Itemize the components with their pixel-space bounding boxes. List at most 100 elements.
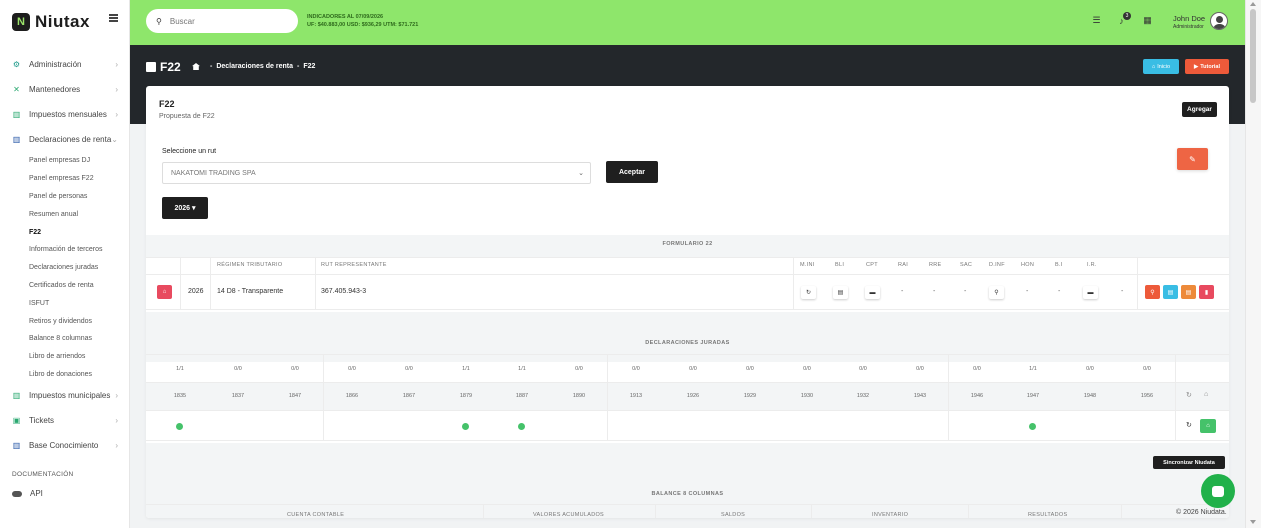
scrollbar-thumb[interactable] xyxy=(1250,9,1256,103)
sidebar-subitem[interactable]: Libro de donaciones xyxy=(0,366,130,384)
dj-code[interactable]: 1956 xyxy=(1127,393,1167,399)
dj-code[interactable]: 1890 xyxy=(559,393,599,399)
divider xyxy=(811,505,812,518)
sidebar-subitem[interactable]: Balance 8 columnas xyxy=(0,330,130,348)
dj-code[interactable]: 1946 xyxy=(957,393,997,399)
sidebar-subitem[interactable]: Información de terceros xyxy=(0,241,130,259)
sidebar-item-impuestos-municipales[interactable]: ▥ Impuestos municipales › xyxy=(0,383,130,408)
dj-ratio: 1/1 xyxy=(1029,366,1037,372)
sidebar-item-impuestos-mensuales[interactable]: ▥ Impuestos mensuales › xyxy=(0,102,130,127)
tutorial-button[interactable]: ▶ Tutorial xyxy=(1185,59,1229,74)
institution-icon: ▥ xyxy=(12,135,21,144)
bi-button[interactable]: ▬ xyxy=(1083,286,1098,299)
sidebar-subitem[interactable]: Declaraciones juradas xyxy=(0,259,130,277)
sidebar-item-declaraciones-renta[interactable]: ▥ Declaraciones de renta ⌄ xyxy=(0,127,130,152)
sidebar-subitem[interactable]: Libro de arriendos xyxy=(0,348,130,366)
search-input[interactable] xyxy=(169,16,280,26)
sidebar-item-api[interactable]: API xyxy=(12,489,43,498)
dj-code[interactable]: 1879 xyxy=(446,393,486,399)
file-row-button[interactable]: ▤ xyxy=(1163,285,1178,299)
chat-fab[interactable] xyxy=(1201,474,1235,508)
year-dropdown[interactable]: 2026 ▾ xyxy=(162,197,208,219)
dj-code[interactable]: 1867 xyxy=(389,393,429,399)
sidebar-subitem[interactable]: Panel empresas DJ xyxy=(0,152,130,170)
dj-ratio: 0/0 xyxy=(916,366,924,372)
institution-icon: ▥ xyxy=(12,441,21,451)
dj-code[interactable]: 1929 xyxy=(730,393,770,399)
list-icon[interactable]: ☰ xyxy=(1092,15,1101,25)
sidebar-subitem[interactable]: Resumen anual xyxy=(0,205,130,223)
sidebar-nav: ⚙ Administración › ✕ Mantenedores › ▥ Im… xyxy=(0,52,130,458)
scrollbar[interactable] xyxy=(1245,0,1261,528)
grid-icon[interactable]: ▦ xyxy=(1143,15,1152,25)
cpt-button[interactable]: ▬ xyxy=(865,286,880,299)
sidebar-item-label: Declaraciones de renta xyxy=(29,135,112,144)
user-info[interactable]: John Doe Administrador xyxy=(1173,14,1205,30)
main-card: F22 Propuesta de F22 Agregar Seleccione … xyxy=(146,86,1229,518)
home-row-button[interactable]: ⌂ xyxy=(157,285,172,299)
refresh-icon[interactable]: ↻ xyxy=(1186,421,1192,429)
header-col: CPT xyxy=(866,262,878,268)
sidebar-item-mantenedores[interactable]: ✕ Mantenedores › xyxy=(0,77,130,102)
logo-icon: N xyxy=(12,13,30,31)
rut-select[interactable]: NAKATOMI TRADING SPA ⌄ xyxy=(162,162,591,184)
scroll-down-icon[interactable] xyxy=(1250,520,1256,524)
dj-code[interactable]: 1943 xyxy=(900,393,940,399)
logo[interactable]: N Niutax xyxy=(0,0,129,44)
dj-code[interactable]: 1847 xyxy=(275,393,315,399)
delete-row-button[interactable]: ▮ xyxy=(1199,285,1214,299)
document-button[interactable]: ▤ xyxy=(833,286,848,299)
breadcrumb-item[interactable]: Declaraciones de renta xyxy=(216,63,293,70)
dj-code[interactable]: 1887 xyxy=(502,393,542,399)
sync-button[interactable]: ↻ xyxy=(801,286,816,299)
dj-ratio: 1/1 xyxy=(518,366,526,372)
chevron-down-icon: ⌄ xyxy=(578,170,584,177)
avatar[interactable] xyxy=(1210,12,1228,30)
menu-toggle-icon[interactable] xyxy=(109,14,118,22)
card-title: F22 xyxy=(159,99,175,109)
pdf-row-button[interactable]: ▤ xyxy=(1181,285,1196,299)
dj-code[interactable]: 1837 xyxy=(218,393,258,399)
divider xyxy=(968,505,969,518)
balance-header: INVENTARIO xyxy=(872,512,909,518)
dj-code[interactable]: 1947 xyxy=(1013,393,1053,399)
dj-code[interactable]: 1926 xyxy=(673,393,713,399)
dj-code[interactable]: 1913 xyxy=(616,393,656,399)
dj-code[interactable]: 1932 xyxy=(843,393,883,399)
refresh-icon[interactable]: ↻ xyxy=(1186,391,1192,399)
sidebar-item-base-conocimiento[interactable]: ▥ Base Conocimiento › xyxy=(0,433,130,458)
sidebar-subitem[interactable]: Panel de personas xyxy=(0,188,130,206)
divider xyxy=(146,440,1229,441)
sidebar-subnav: Panel empresas DJ Panel empresas F22 Pan… xyxy=(0,152,130,383)
sidebar-subitem[interactable]: Panel empresas F22 xyxy=(0,170,130,188)
dj-code[interactable]: 1835 xyxy=(160,393,200,399)
home-icon[interactable] xyxy=(192,63,200,70)
chevron-right-icon: › xyxy=(115,416,118,426)
agregar-button[interactable]: Agregar xyxy=(1182,102,1217,117)
rut-select-value: NAKATOMI TRADING SPA xyxy=(171,169,256,177)
sidebar-item-administracion[interactable]: ⚙ Administración › xyxy=(0,52,130,77)
sidebar-subitem[interactable]: Retiros y dividendos xyxy=(0,312,130,330)
sidebar-subitem-active[interactable]: F22 xyxy=(0,223,130,241)
inicio-button[interactable]: ⌂ Inicio xyxy=(1143,59,1179,74)
scroll-up-icon[interactable] xyxy=(1250,2,1256,6)
sidebar-item-tickets[interactable]: ▣ Tickets › xyxy=(0,408,130,433)
search-row-button[interactable]: ⚲ xyxy=(1145,285,1160,299)
sidebar-subitem[interactable]: ISFUT xyxy=(0,294,130,312)
sidebar-subitem[interactable]: Certificados de renta xyxy=(0,277,130,295)
institution-icon xyxy=(146,62,156,72)
aceptar-button[interactable]: Aceptar xyxy=(606,161,658,183)
search-box[interactable]: ⚲ xyxy=(146,9,298,33)
documentation-heading: DOCUMENTACIÓN xyxy=(12,471,74,478)
dinf-search-button[interactable]: ⚲ xyxy=(989,286,1004,299)
trash-icon: ▮ xyxy=(1204,289,1209,296)
dj-code[interactable]: 1948 xyxy=(1070,393,1110,399)
dj-code[interactable]: 1866 xyxy=(332,393,372,399)
dj-code[interactable]: 1930 xyxy=(787,393,827,399)
balance-header: SALDOS xyxy=(721,512,746,518)
sync-niudata-button[interactable]: ⌂ xyxy=(1200,419,1216,433)
divider xyxy=(146,274,1229,275)
edit-button[interactable]: ✎ xyxy=(1177,148,1208,170)
bank-icon[interactable]: ⌂ xyxy=(1204,391,1208,398)
dj-ratio: 0/0 xyxy=(291,366,299,372)
